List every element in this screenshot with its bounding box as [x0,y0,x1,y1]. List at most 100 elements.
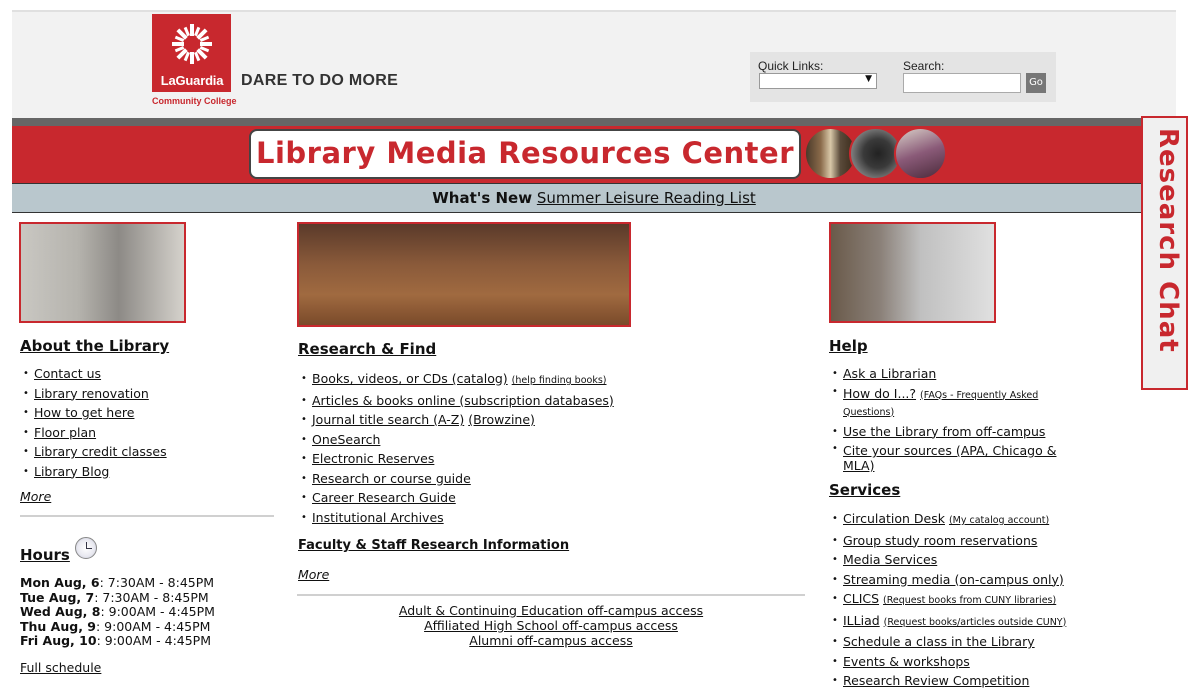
hours-list: Mon Aug, 6: 7:30AM - 8:45PM Tue Aug, 7: … [20,575,215,649]
research-chat-tab[interactable]: Research Chat [1141,116,1188,390]
starburst-icon [172,24,212,64]
dropdown-arrow-icon: ▼ [865,74,872,84]
research-find-heading[interactable]: Research & Find [298,340,436,358]
streaming-media-link[interactable]: Streaming media (on-campus only) [843,572,1064,587]
list-item: CLICS (Request books from CUNY libraries… [829,589,1089,611]
help-heading[interactable]: Help [829,337,868,355]
laguardia-logo[interactable]: LaGuardia [152,14,231,92]
search-label: Search: [903,59,945,73]
about-library-list: Contact us Library renovation How to get… [20,364,280,481]
clock-icon [75,537,97,559]
list-item: Library credit classes [20,442,280,462]
quick-links-select[interactable]: ▼ [759,73,877,89]
group-study-link[interactable]: Group study room reservations [843,533,1037,548]
illiad-note-link[interactable]: (Request books/articles outside CUNY) [884,617,1067,628]
electronic-reserves-link[interactable]: Electronic Reserves [312,451,434,466]
quick-links-label: Quick Links: [758,59,824,73]
hours-time: : 9:00AM - 4:45PM [100,604,215,619]
library-renovation-link[interactable]: Library renovation [34,386,149,401]
list-item: Affiliated High School off-campus access [297,618,805,633]
ask-a-librarian-link[interactable]: Ask a Librarian [843,366,936,381]
databases-link[interactable]: Articles & books online (subscription da… [312,393,614,408]
affiliated-hs-access-link[interactable]: Affiliated High School off-campus access [424,618,678,633]
hours-day: Tue Aug, 7 [20,589,95,605]
hours-row: Fri Aug, 10: 9:00AM - 4:45PM [20,633,215,649]
help-finding-books-link[interactable]: (help finding books) [512,375,607,386]
career-research-guide-link[interactable]: Career Research Guide [312,490,456,505]
my-catalog-account-link[interactable]: (My catalog account) [949,515,1049,526]
list-item: Events & workshops [829,652,1089,672]
list-item: Streaming media (on-campus only) [829,570,1089,590]
hours-row: Thu Aug, 9: 9:00AM - 4:45PM [20,618,215,635]
whats-new-link[interactable]: Summer Leisure Reading List [537,189,756,207]
list-item: Group study room reservations [829,531,1089,551]
hours-time: : 7:30AM - 8:45PM [99,575,215,590]
hours-day: Fri Aug, 10 [20,633,97,648]
banner-title: Library Media Resources Center [255,136,795,170]
list-item: Electronic Reserves [298,449,798,469]
circulation-desk-link[interactable]: Circulation Desk [843,511,945,526]
research-chat-label: Research Chat [1153,128,1183,353]
library-credit-classes-link[interactable]: Library credit classes [34,444,167,459]
floor-plan-link[interactable]: Floor plan [34,425,96,440]
hours-time: : 7:30AM - 8:45PM [94,589,209,605]
services-heading[interactable]: Services [829,481,900,499]
list-item: Contact us [20,364,280,384]
cite-sources-link[interactable]: Cite your sources (APA, Chicago & MLA) [843,443,1056,473]
faculty-staff-research-link[interactable]: Faculty & Staff Research Information [298,538,569,553]
clics-link[interactable]: CLICS [843,591,879,606]
list-item: Books, videos, or CDs (catalog) (help fi… [298,369,798,391]
list-item: Media Services [829,550,1089,570]
research-review-link[interactable]: Research Review Competition [843,673,1029,688]
tagline: DARE TO DO MORE [241,72,399,89]
list-item: Floor plan [20,423,280,443]
research-guide-link[interactable]: Research or course guide [312,471,471,486]
list-item: How do I...? (FAQs - Frequently Asked Qu… [829,384,1069,422]
about-library-heading[interactable]: About the Library [20,337,169,355]
about-more-link[interactable]: More [20,489,51,504]
banner-top-strip [12,118,1176,126]
how-do-i-link[interactable]: How do I...? [843,386,916,401]
hours-time: : 9:00AM - 4:45PM [96,618,211,634]
help-photo[interactable] [829,222,996,323]
go-button[interactable]: Go [1026,73,1046,93]
catalog-link[interactable]: Books, videos, or CDs (catalog) [312,371,508,386]
full-schedule-link[interactable]: Full schedule [20,660,101,675]
list-item: Ask a Librarian [829,364,1069,384]
contact-us-link[interactable]: Contact us [34,366,101,381]
journal-title-search-link[interactable]: Journal title search (A-Z) [312,412,464,427]
off-campus-link[interactable]: Use the Library from off-campus [843,424,1045,439]
alumni-access-link[interactable]: Alumni off-campus access [469,633,632,648]
list-item: Institutional Archives [298,508,798,528]
hours-heading[interactable]: Hours [20,546,70,564]
list-item: Library Blog [20,462,280,482]
hours-day: Thu Aug, 9 [20,618,96,634]
hours-time: : 9:00AM - 4:45PM [96,633,212,648]
research-find-list: Books, videos, or CDs (catalog) (help fi… [298,369,798,527]
search-input[interactable] [903,73,1021,93]
list-item: Schedule a class in the Library [829,632,1089,652]
logo-name: LaGuardia [160,73,224,88]
off-campus-access-links: Adult & Continuing Education off-campus … [297,603,805,648]
hours-day: Wed Aug, 8 [20,604,101,619]
adult-ce-access-link[interactable]: Adult & Continuing Education off-campus … [399,603,703,618]
banner-title-box[interactable]: Library Media Resources Center [249,129,801,179]
list-item: Alumni off-campus access [297,633,805,648]
list-item: Articles & books online (subscription da… [298,391,798,411]
clics-note-link[interactable]: (Request books from CUNY libraries) [883,595,1056,606]
institutional-archives-link[interactable]: Institutional Archives [312,510,444,525]
events-workshops-link[interactable]: Events & workshops [843,654,970,669]
illiad-link[interactable]: ILLiad [843,613,880,628]
browzine-link[interactable]: (Browzine) [468,412,535,427]
schedule-class-link[interactable]: Schedule a class in the Library [843,634,1035,649]
research-divider [297,594,805,596]
onesearch-link[interactable]: OneSearch [312,432,380,447]
media-services-link[interactable]: Media Services [843,552,937,567]
research-find-photo[interactable] [297,222,631,327]
library-blog-link[interactable]: Library Blog [34,464,109,479]
about-library-photo[interactable] [19,222,186,323]
list-item: ILLiad (Request books/articles outside C… [829,611,1089,633]
research-more-link[interactable]: More [298,567,329,582]
about-divider [20,515,274,517]
how-to-get-here-link[interactable]: How to get here [34,405,134,420]
